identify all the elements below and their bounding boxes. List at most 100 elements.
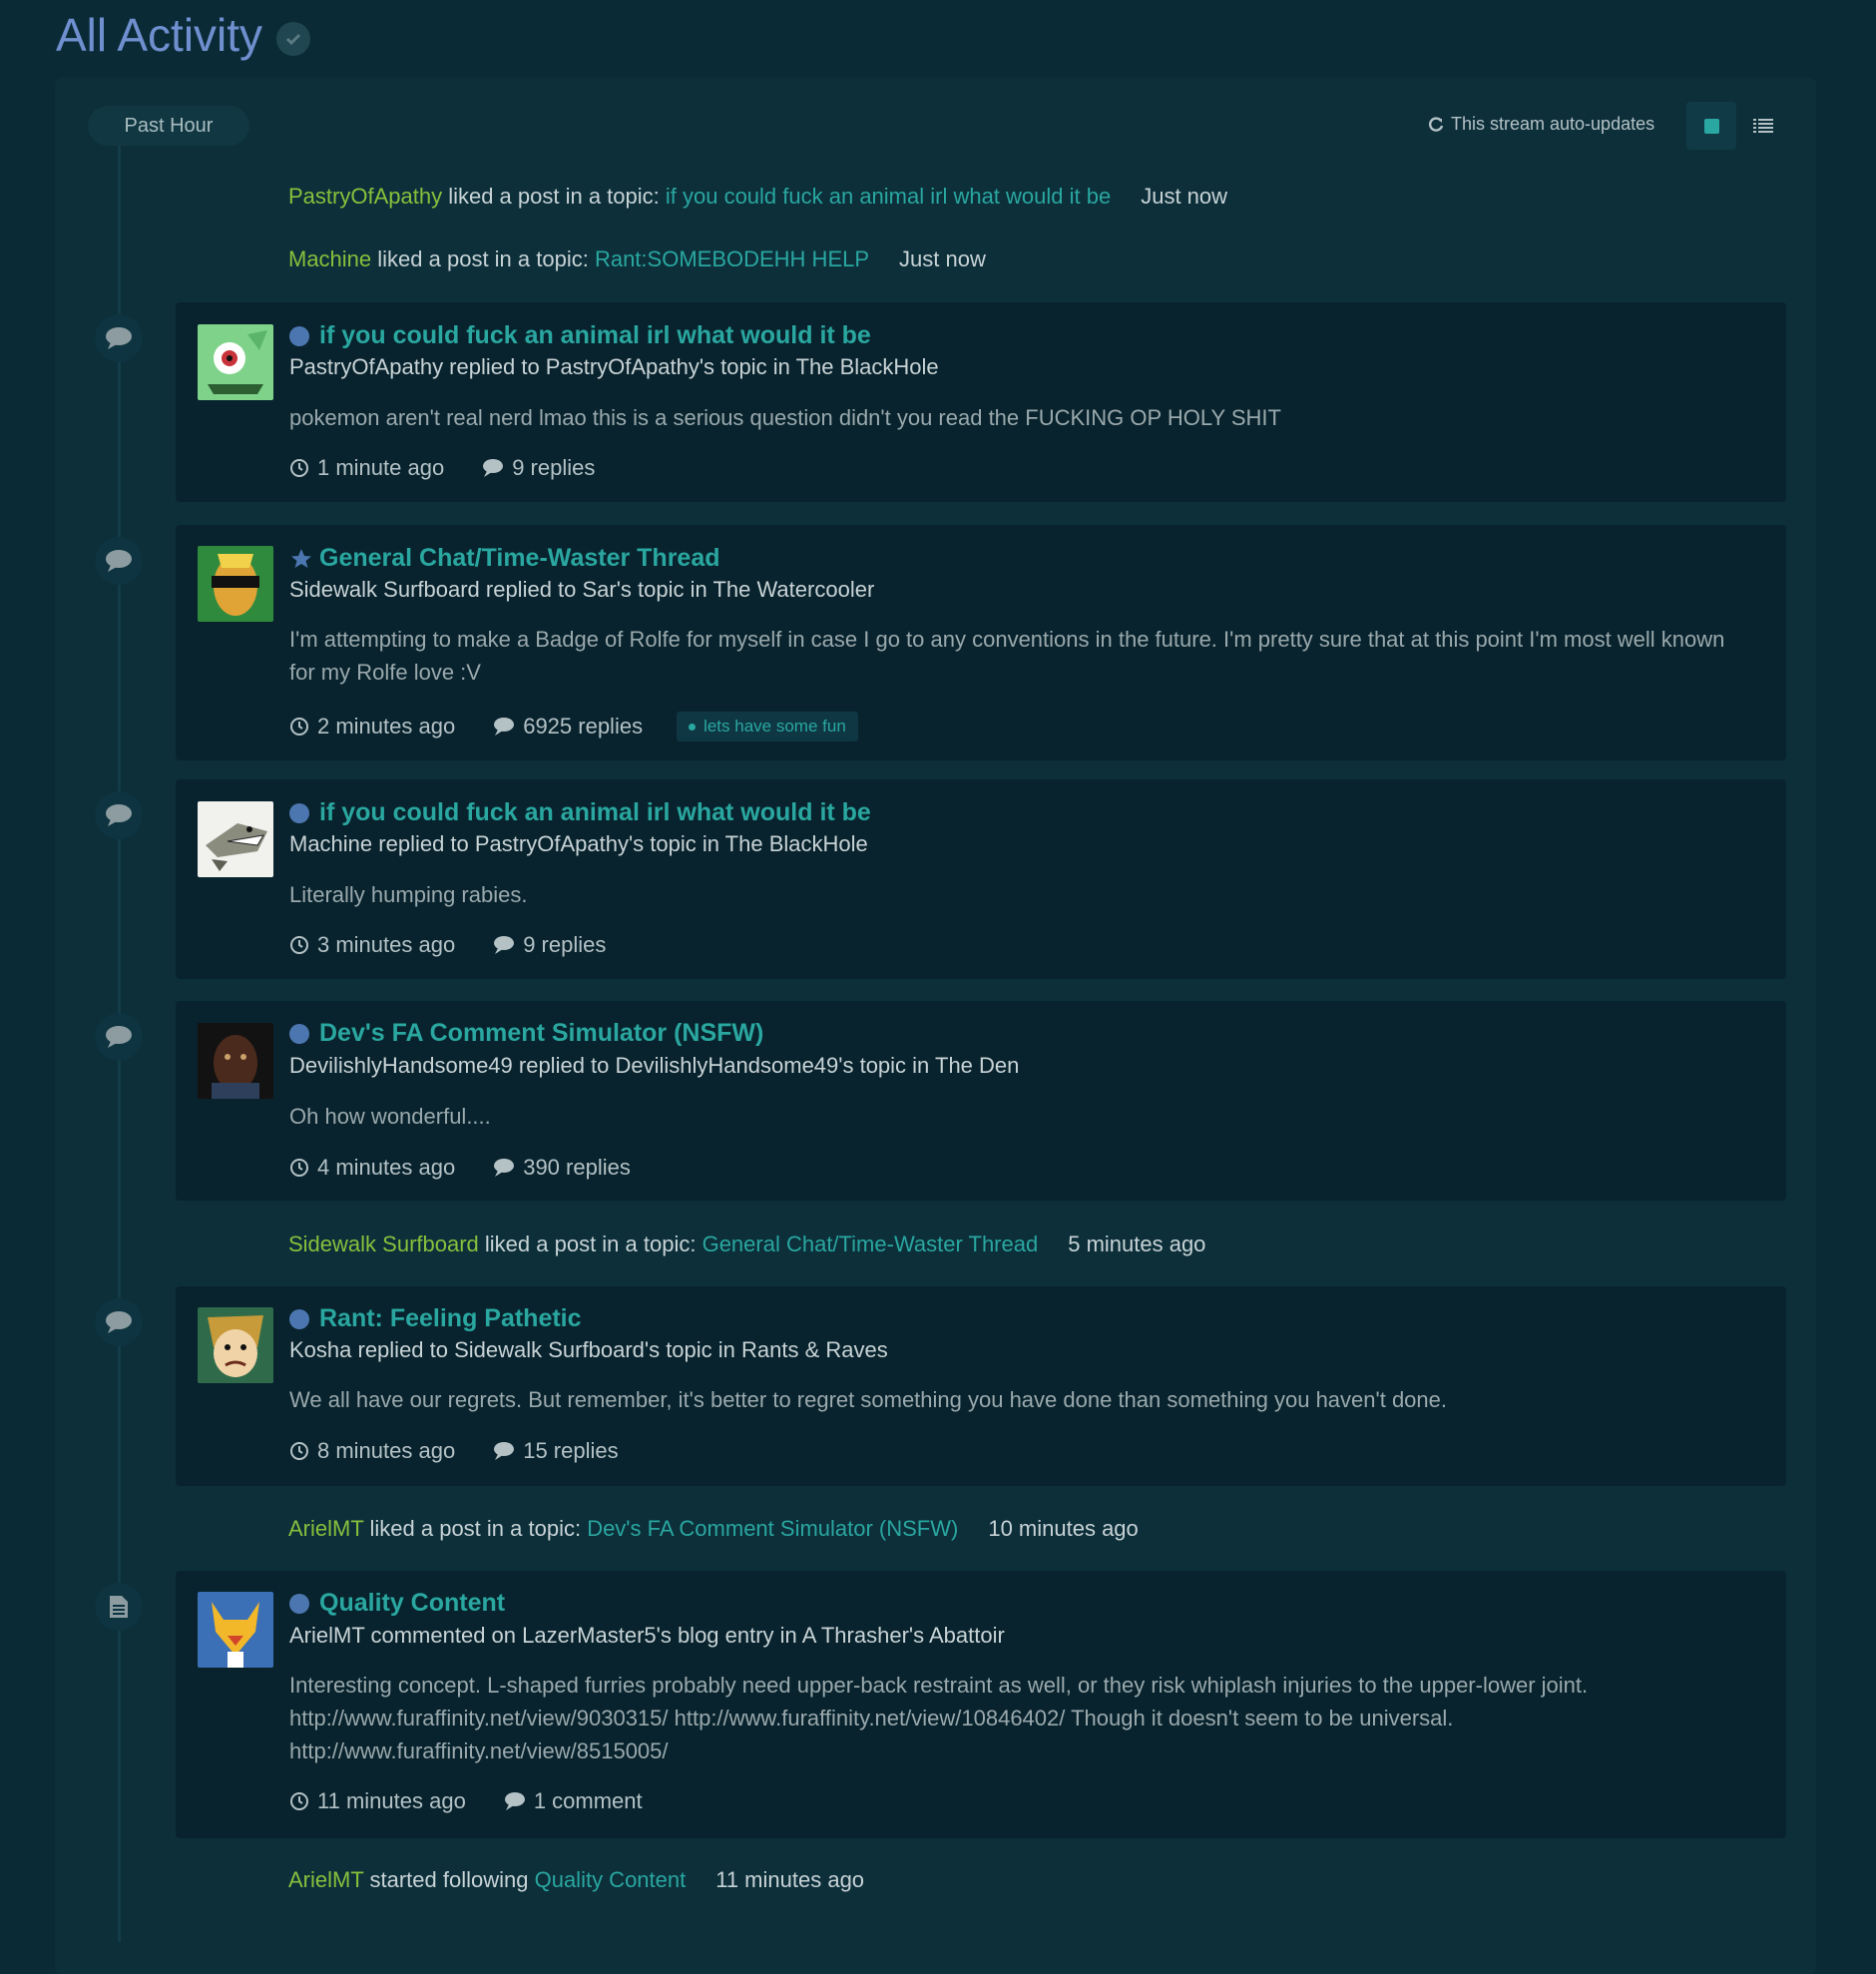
comment-count-icon — [504, 1792, 525, 1810]
reply-count: 6925 replies — [523, 714, 644, 739]
timestamp: 5 minutes ago — [1068, 1232, 1206, 1256]
activity-subtitle: DevilishlyHandsome49 replied to Devilish… — [289, 1053, 1020, 1078]
avatar[interactable] — [198, 801, 273, 877]
comment-icon — [95, 537, 143, 585]
item-meta: 8 minutes ago 15 replies — [289, 1438, 619, 1464]
topic-title-link[interactable]: Dev's FA Comment Simulator (NSFW) — [289, 1019, 763, 1048]
item-meta: 1 minute ago 9 replies — [289, 455, 595, 481]
comment-count-icon — [494, 1159, 515, 1177]
clock-icon — [290, 459, 308, 477]
expanded-view-icon — [1703, 118, 1719, 134]
activity-subtitle: PastryOfApathy replied to PastryOfApathy… — [289, 354, 939, 379]
clock-icon — [290, 1442, 308, 1460]
tag-label[interactable]: lets have some fun — [704, 717, 846, 737]
tag-dot-icon — [689, 723, 697, 731]
clock-icon — [290, 1792, 308, 1810]
reply-count: 9 replies — [523, 932, 607, 957]
action-text: liked a post in a topic: — [371, 247, 595, 271]
topic-title-text[interactable]: Dev's FA Comment Simulator (NSFW) — [319, 1019, 763, 1048]
avatar[interactable] — [198, 1592, 273, 1668]
user-link[interactable]: Sidewalk Surfboard — [288, 1232, 479, 1256]
time-ago: 2 minutes ago — [317, 714, 456, 739]
topic-title-text[interactable]: if you could fuck an animal irl what wou… — [319, 321, 871, 350]
time-ago: 11 minutes ago — [317, 1788, 466, 1813]
user-link[interactable]: ArielMT — [288, 1516, 363, 1541]
autoupdate-status: This stream auto-updates — [1427, 114, 1654, 135]
unread-dot-icon — [289, 1023, 309, 1044]
avatar[interactable] — [198, 324, 273, 400]
unread-dot-icon — [289, 1308, 309, 1329]
action-text: started following — [363, 1867, 535, 1892]
topic-link[interactable]: Rant:SOMEBODEHH HELP — [595, 247, 869, 271]
user-link[interactable]: Machine — [288, 247, 371, 271]
activity-like-row: ArielMT liked a post in a topic: Dev's F… — [288, 1516, 1139, 1542]
user-link[interactable]: ArielMT — [288, 1867, 363, 1892]
item-meta: 11 minutes ago 1 comment — [289, 1788, 643, 1814]
avatar[interactable] — [198, 1023, 273, 1099]
activity-like-row: PastryOfApathy liked a post in a topic: … — [288, 184, 1227, 210]
topic-title-link[interactable]: if you could fuck an animal irl what wou… — [289, 798, 871, 827]
reply-count: 15 replies — [523, 1438, 619, 1463]
action-text: liked a post in a topic: — [478, 1232, 703, 1256]
activity-subtitle: Sidewalk Surfboard replied to Sar's topi… — [289, 577, 875, 602]
avatar[interactable] — [198, 546, 273, 622]
topic-link[interactable]: Quality Content — [535, 1867, 687, 1892]
unread-dot-icon — [289, 325, 309, 346]
item-meta: 2 minutes ago 6925 replies lets have som… — [289, 712, 858, 741]
unread-dot-icon — [289, 1593, 309, 1614]
activity-subtitle: Kosha replied to Sidewalk Surfboard's to… — [289, 1337, 888, 1362]
user-link[interactable]: PastryOfApathy — [288, 184, 442, 209]
expanded-view-button[interactable] — [1686, 102, 1736, 150]
timestamp: 11 minutes ago — [715, 1867, 865, 1892]
condensed-view-icon — [1753, 119, 1773, 133]
time-ago: 3 minutes ago — [317, 932, 456, 957]
comment-icon — [95, 791, 143, 839]
page-title: All Activity — [56, 8, 311, 62]
time-ago: 8 minutes ago — [317, 1438, 456, 1463]
follow-check-icon[interactable] — [276, 22, 311, 56]
unread-dot-icon — [289, 802, 309, 823]
comment-count-icon — [494, 1442, 515, 1460]
condensed-view-button[interactable] — [1738, 102, 1788, 150]
comment-count-icon — [494, 718, 515, 736]
avatar[interactable] — [198, 1307, 273, 1383]
time-ago: 1 minute ago — [317, 455, 445, 480]
blog-title-text[interactable]: Quality Content — [319, 1589, 505, 1618]
action-text: liked a post in a topic: — [442, 184, 666, 209]
topic-tag[interactable]: lets have some fun — [677, 712, 858, 741]
topic-link[interactable]: Dev's FA Comment Simulator (NSFW) — [587, 1516, 958, 1541]
page-title-text: All Activity — [56, 9, 263, 61]
post-snippet: I'm attempting to make a Badge of Rolfe … — [289, 627, 1725, 685]
comment-count-icon — [483, 459, 504, 477]
timestamp: Just now — [1141, 184, 1228, 209]
blog-title-link[interactable]: Quality Content — [289, 1589, 505, 1618]
blog-entry-icon — [95, 1583, 143, 1631]
comment-icon — [95, 1298, 143, 1346]
topic-title-text[interactable]: General Chat/Time-Waster Thread — [319, 544, 720, 573]
clock-icon — [290, 718, 308, 736]
item-meta: 4 minutes ago 390 replies — [289, 1155, 631, 1181]
reply-count: 9 replies — [512, 455, 596, 480]
post-snippet: Interesting concept. L-shaped furries pr… — [289, 1673, 1589, 1763]
topic-title-text[interactable]: Rant: Feeling Pathetic — [319, 1304, 582, 1333]
activity-subtitle: ArielMT commented on LazerMaster5's blog… — [289, 1623, 1005, 1648]
post-snippet: Oh how wonderful.... — [289, 1104, 491, 1129]
comment-count: 1 comment — [533, 1788, 643, 1813]
time-filter-button[interactable]: Past Hour — [88, 106, 249, 146]
timestamp: 10 minutes ago — [988, 1516, 1139, 1541]
post-snippet: pokemon aren't real nerd lmao this is a … — [289, 405, 1281, 430]
featured-star-icon — [291, 548, 311, 568]
topic-title-link[interactable]: General Chat/Time-Waster Thread — [289, 544, 720, 573]
activity-like-row: Machine liked a post in a topic: Rant:SO… — [288, 247, 986, 272]
comment-count-icon — [494, 936, 515, 954]
action-text: liked a post in a topic: — [363, 1516, 588, 1541]
topic-title-link[interactable]: Rant: Feeling Pathetic — [289, 1304, 582, 1333]
topic-title-link[interactable]: if you could fuck an animal irl what wou… — [289, 321, 871, 350]
topic-title-text[interactable]: if you could fuck an animal irl what wou… — [319, 798, 871, 827]
topic-link[interactable]: if you could fuck an animal irl what wou… — [666, 184, 1111, 209]
time-ago: 4 minutes ago — [317, 1155, 456, 1180]
item-meta: 3 minutes ago 9 replies — [289, 932, 606, 958]
refresh-icon — [1429, 116, 1444, 132]
timestamp: Just now — [899, 247, 986, 271]
topic-link[interactable]: General Chat/Time-Waster Thread — [703, 1232, 1039, 1256]
